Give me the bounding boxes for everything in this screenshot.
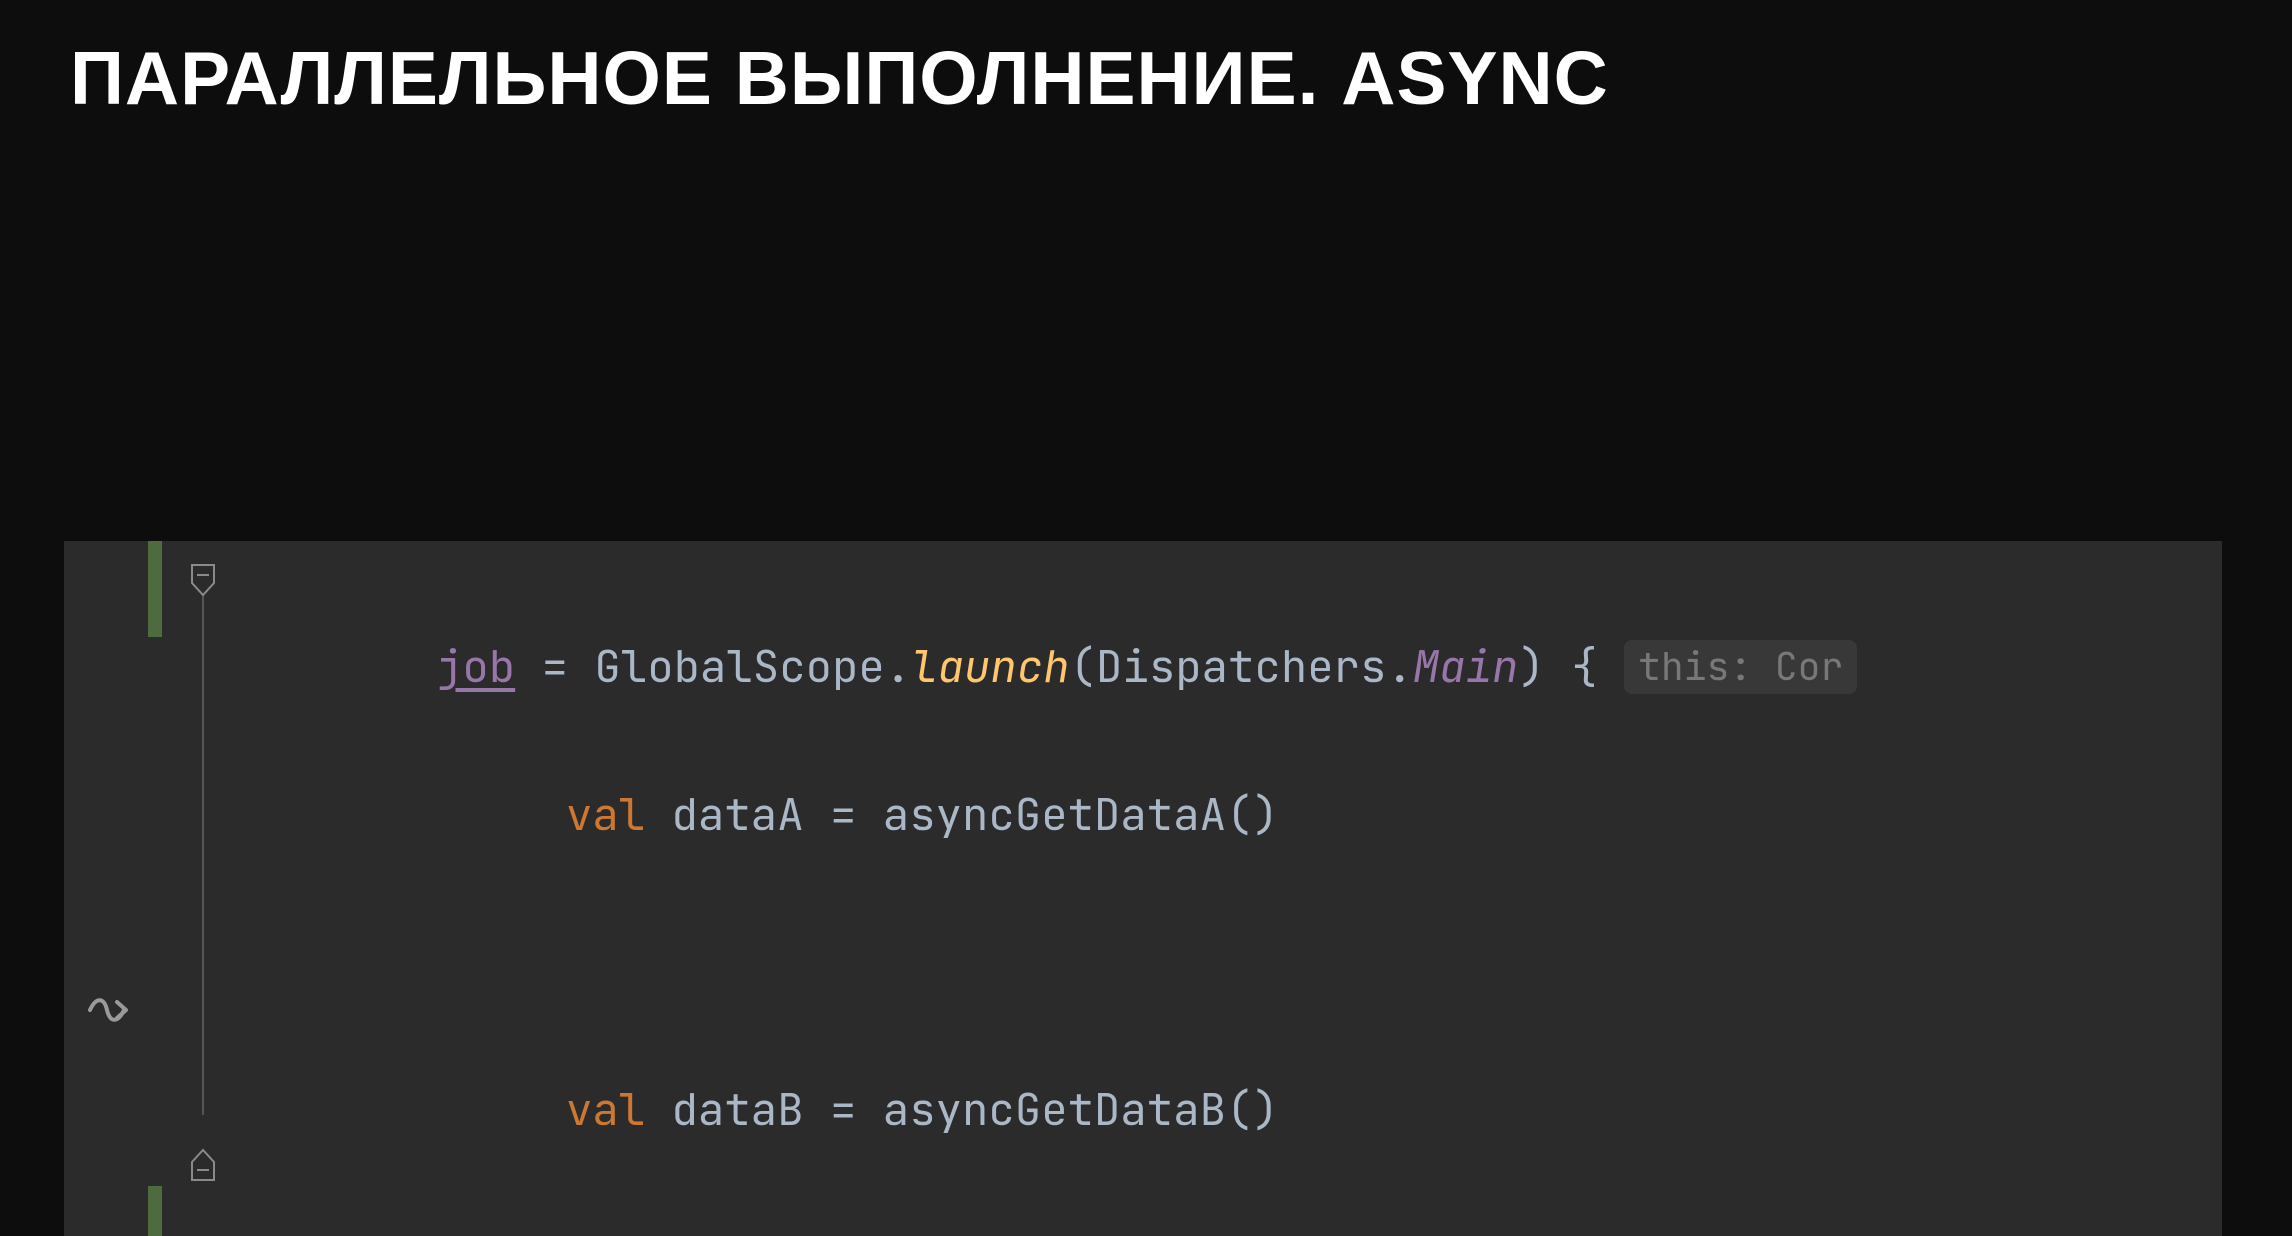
token-dot: . — [1386, 638, 1412, 696]
editor-gutter — [64, 541, 176, 1236]
token-paren: ( — [1070, 638, 1096, 696]
slide: ПАРАЛЛЕЛЬНОЕ ВЫПОЛНЕНИЕ. ASYNC — [0, 0, 2292, 1236]
inlay-hint: this: Cor — [1624, 640, 1857, 694]
token-paren-brace: ) { — [1518, 638, 1624, 696]
code-line: val dataB = asyncGetDataB() — [196, 1074, 2222, 1148]
token-dot: . — [885, 638, 911, 696]
code-line-blank — [196, 927, 2222, 1001]
suspend-call-icon[interactable] — [82, 985, 132, 1035]
token-operator: = — [804, 786, 883, 844]
token-function-call: asyncGetDataA — [883, 786, 1226, 844]
token-property: job — [436, 638, 515, 696]
token-function: launch — [911, 638, 1069, 696]
code-line-blank — [196, 1222, 2222, 1236]
code-editor: job = GlobalScope.launch(Dispatchers.Mai… — [64, 541, 2222, 1236]
code-content[interactable]: job = GlobalScope.launch(Dispatchers.Mai… — [176, 541, 2222, 1236]
code-line: job = GlobalScope.launch(Dispatchers.Mai… — [196, 631, 2222, 705]
token-keyword: val — [566, 786, 645, 844]
token-keyword: val — [566, 1081, 645, 1139]
token-parens: () — [1226, 1081, 1279, 1139]
token-identifier: dataB — [672, 1081, 804, 1139]
vcs-change-marker — [148, 1186, 162, 1236]
token-parens: () — [1226, 786, 1279, 844]
token-function-call: asyncGetDataB — [883, 1081, 1226, 1139]
token-identifier: Dispatchers — [1096, 638, 1386, 696]
token-identifier: GlobalScope — [594, 638, 884, 696]
token-operator: = — [515, 638, 594, 696]
code-line: val dataA = asyncGetDataA() — [196, 779, 2222, 853]
token-operator: = — [804, 1081, 883, 1139]
token-identifier: dataA — [672, 786, 804, 844]
slide-title: ПАРАЛЛЕЛЬНОЕ ВЫПОЛНЕНИЕ. ASYNC — [70, 35, 2222, 121]
vcs-change-marker — [148, 541, 162, 637]
token-property: Main — [1413, 638, 1519, 696]
